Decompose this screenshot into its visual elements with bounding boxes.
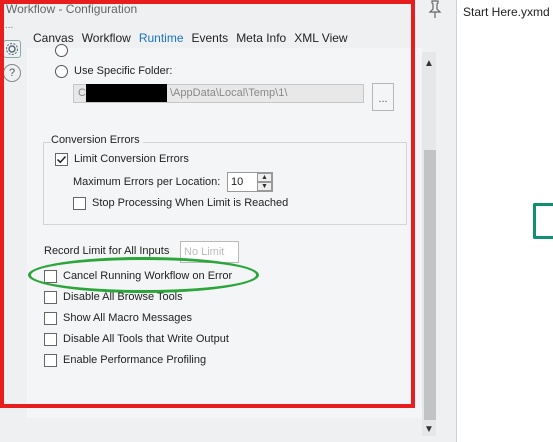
limit-conversion-errors-checkbox[interactable]	[55, 153, 68, 166]
file-tab-label: Start Here.yxmd	[463, 5, 550, 19]
scroll-up-icon[interactable]: ▲	[422, 56, 436, 70]
disable-write-tools-label: Disable All Tools that Write Output	[63, 333, 229, 345]
temp-default-radio[interactable]	[55, 44, 68, 57]
option-checkbox[interactable]	[44, 333, 57, 346]
workflow-document-icon	[533, 203, 553, 239]
record-limit-input[interactable]: No Limit	[180, 241, 239, 263]
use-specific-folder-label: Use Specific Folder:	[74, 65, 173, 77]
redaction-bar	[86, 84, 167, 102]
pin-icon[interactable]	[428, 0, 442, 18]
option-checkbox[interactable]	[44, 312, 57, 325]
window-title: Workflow - Configuration	[6, 2, 138, 16]
stepper-down-icon[interactable]: ▼	[257, 182, 272, 191]
temp-folder-path-suffix: \AppData\Local\Temp\1\	[170, 87, 288, 99]
browse-folder-button[interactable]: ...	[372, 83, 394, 111]
max-errors-label: Maximum Errors per Location:	[73, 176, 221, 188]
performance-profiling-label: Enable Performance Profiling	[63, 354, 207, 366]
max-errors-stepper[interactable]: ▲ ▼	[257, 173, 272, 191]
overflow-dots: ...	[5, 20, 14, 31]
option-checkbox[interactable]	[44, 291, 57, 304]
conversion-errors-label: Conversion Errors	[51, 134, 143, 146]
option-checkbox[interactable]	[44, 270, 57, 283]
option-checkbox[interactable]	[44, 354, 57, 367]
use-specific-folder-radio[interactable]	[55, 65, 68, 78]
record-limit-label: Record Limit for All Inputs	[44, 245, 170, 257]
scrollbar-thumb[interactable]	[424, 150, 436, 420]
side-icon-column: ?	[3, 40, 23, 88]
limit-conversion-errors-label: Limit Conversion Errors	[74, 153, 189, 165]
help-icon[interactable]: ?	[3, 64, 21, 82]
disable-browse-tools-label: Disable All Browse Tools	[63, 291, 183, 303]
gear-icon[interactable]	[3, 40, 21, 58]
scroll-down-icon[interactable]: ▼	[422, 422, 436, 436]
stop-processing-label: Stop Processing When Limit is Reached	[92, 197, 289, 209]
stepper-up-icon[interactable]: ▲	[257, 173, 272, 182]
cancel-on-error-label: Cancel Running Workflow on Error	[63, 270, 233, 282]
stop-processing-checkbox[interactable]	[73, 197, 86, 210]
show-macro-messages-label: Show All Macro Messages	[63, 312, 192, 324]
